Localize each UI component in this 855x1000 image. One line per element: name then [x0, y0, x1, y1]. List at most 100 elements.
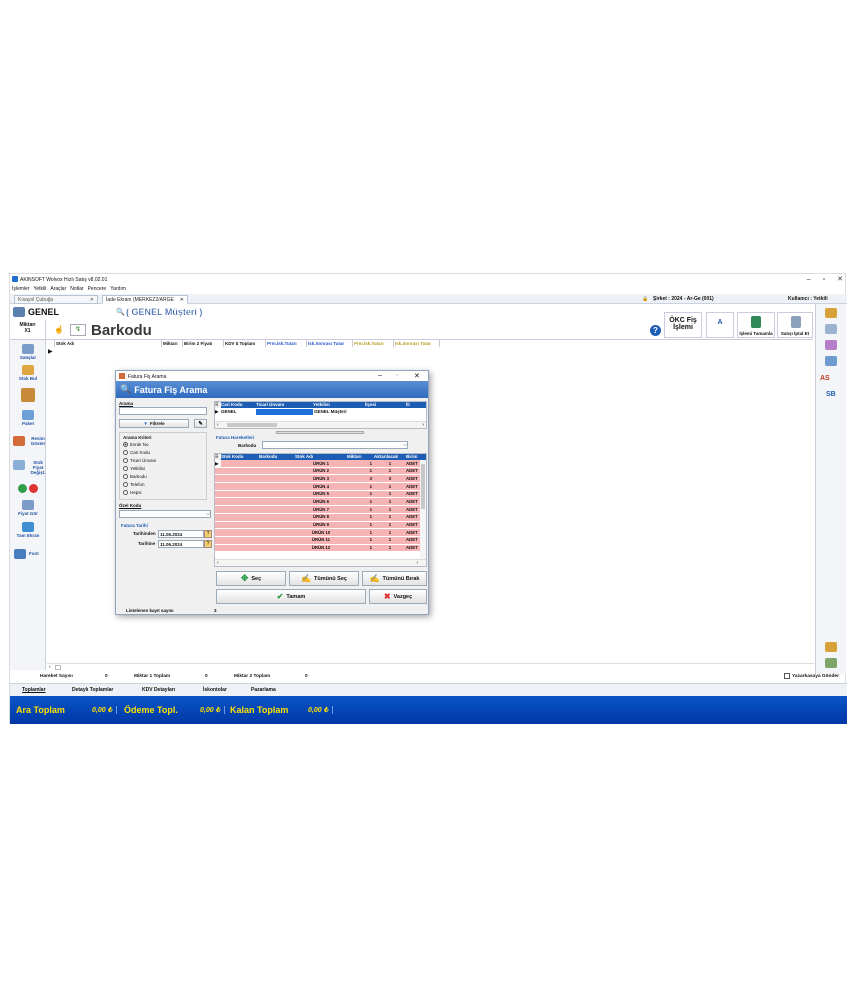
col-stock-code[interactable]: Stok Kodu [221, 454, 259, 460]
criteria-hepsi[interactable]: Hepsi [120, 490, 206, 498]
printer-checkbox[interactable] [784, 673, 790, 679]
sb-button[interactable]: SB [826, 391, 836, 398]
minimize-icon[interactable]: – [378, 372, 382, 379]
criteria-cari-kodu[interactable]: Cari Kodu [120, 450, 206, 458]
chevron-right-icon[interactable]: › [416, 560, 418, 566]
as-button[interactable]: AS [820, 375, 830, 382]
barcode-icon[interactable]: ↯ [70, 324, 86, 336]
check-icon[interactable] [825, 340, 837, 350]
criteria-ticari-unvan[interactable]: Ticari Ünvanı [120, 458, 206, 466]
tab-kdv-detaylari[interactable]: KDV Detayları [142, 687, 175, 693]
col-barcode[interactable]: Barkodu [259, 454, 295, 460]
movement-barcode-select[interactable]: ⌵ [262, 441, 408, 449]
minus-icon[interactable] [28, 484, 38, 493]
col-disc-amount[interactable]: Prm.İsk.Tutarı [266, 340, 307, 347]
calendar-icon[interactable]: ? [204, 540, 212, 548]
okc-button[interactable]: ÖKC Fiş İşlemi [664, 312, 702, 338]
users-icon[interactable] [825, 658, 837, 668]
menu-yardim[interactable]: Yardım [110, 286, 126, 292]
font-button[interactable]: Font [10, 549, 46, 559]
calculator-icon[interactable] [825, 356, 837, 366]
tab-iskontolar[interactable]: İskontolar [203, 687, 227, 693]
close-icon[interactable]: ✕ [414, 372, 420, 380]
date-to-input[interactable]: 11.06.2024 [158, 540, 204, 548]
tab-pazarlama[interactable]: Pazarlama [251, 687, 276, 693]
full-screen-button[interactable]: Tam Ekran [10, 522, 46, 538]
stock-find-button[interactable]: Stok Bul [10, 365, 46, 381]
cell-transfer[interactable]: 1 [374, 536, 406, 544]
col-ticari-unvan[interactable]: Ticari Ünvanı [256, 402, 313, 408]
col-vat-total[interactable]: KDV $ Toplam [224, 340, 266, 347]
col-ilce[interactable]: İlçesi [365, 402, 406, 408]
chevron-right-icon[interactable]: › [422, 422, 424, 428]
minimize-icon[interactable]: – [807, 276, 811, 283]
col-unit2-price[interactable]: Birim 2 Fiyatı [183, 340, 224, 347]
col-stock-name[interactable]: Stok Adı [55, 340, 162, 347]
col-il[interactable]: İli [406, 402, 422, 408]
plus-icon[interactable] [18, 484, 28, 493]
document-icon[interactable] [825, 324, 837, 334]
maximize-icon[interactable]: ▫ [396, 372, 398, 379]
criteria-yetkili[interactable]: Yetkilisi [120, 466, 206, 474]
menu-islemler[interactable]: İşlemler [12, 286, 30, 292]
a-button[interactable]: A [706, 312, 734, 338]
tab-iade[interactable]: İade Ekranı (MERKEZ2/ARGE ✕ [102, 295, 188, 304]
cell-transfer[interactable]: 1 [374, 467, 406, 475]
cell-transfer[interactable]: 1 [374, 490, 406, 498]
maximize-icon[interactable]: ▫ [823, 276, 825, 283]
cell-transfer[interactable]: 3 [374, 475, 406, 483]
date-from-input[interactable]: 11.06.2024 [158, 530, 204, 538]
close-icon[interactable]: ✕ [90, 297, 94, 303]
tab-detayli-toplamlar[interactable]: Detaylı Toplamlar [72, 687, 113, 693]
quantity-box[interactable]: Miktarı X1 [10, 320, 46, 339]
cell-transfer[interactable]: 1 [374, 521, 406, 529]
package-button[interactable]: Paket [10, 410, 46, 426]
select-button[interactable]: ✥ Seç [216, 571, 286, 586]
complete-button[interactable]: İşlemi Tamamla [737, 312, 775, 338]
criteria-barkod[interactable]: Barkodu [120, 474, 206, 482]
cell-transfer[interactable]: 1 [374, 506, 406, 514]
stock-price-change-button[interactable]: Stok Fiyat Değişt. [10, 460, 46, 475]
chevron-left-icon[interactable]: ‹ [217, 422, 219, 428]
customer-row[interactable]: ▶ GENEL GENEL Müşteri [215, 408, 426, 415]
pointer-icon[interactable]: ☝ [54, 325, 64, 334]
col-after-disc-2[interactable]: İsk.Sonrası Tutar [394, 340, 440, 347]
search-input[interactable] [119, 407, 207, 415]
user-edit-icon[interactable] [825, 308, 837, 318]
cancel-button[interactable]: ✖ Vazgeç [369, 589, 427, 604]
close-icon[interactable]: ✕ [180, 297, 184, 303]
cell-transfer[interactable]: 1 [374, 529, 406, 537]
col-disc-amount-2[interactable]: Prm.İsk.Tutarı [353, 340, 394, 347]
criteria-evrak-no[interactable]: Evrak No [120, 442, 206, 450]
cancel-sale-button[interactable]: Satışı İptal Et [777, 312, 813, 338]
cell-transfer[interactable]: 1 [374, 460, 406, 468]
table-row[interactable]: ÜRÜN 12 1 1 ADET [215, 544, 426, 553]
ok-button[interactable]: ✔ Tamam [216, 589, 366, 604]
col-qty[interactable]: Miktarı [162, 340, 183, 347]
scroll-thumb[interactable] [421, 464, 425, 509]
user-icon[interactable] [825, 642, 837, 652]
splitter-handle[interactable] [276, 431, 364, 434]
toolbar-button-3[interactable] [10, 388, 46, 403]
col-after-disc[interactable]: İsk.Sonrası Tutar [307, 340, 353, 347]
special-code-select[interactable]: ⌵ [119, 510, 211, 518]
menu-notlar[interactable]: Notlar [70, 286, 83, 292]
clear-all-button[interactable]: ✍ Tümünü Bırak [362, 571, 427, 586]
sales-button[interactable]: Satışlar [10, 344, 46, 360]
clear-filter-button[interactable]: ✎ [194, 419, 207, 428]
h-scrollbar[interactable]: ‹ › [215, 559, 426, 566]
menu-araclar[interactable]: Araçlar [50, 286, 66, 292]
close-icon[interactable]: ✕ [837, 275, 843, 283]
cell-transfer[interactable]: 1 [374, 513, 406, 521]
price-view-button[interactable]: Fiyat Gör [10, 500, 46, 516]
customer-code[interactable]: GENEL [28, 307, 59, 317]
scroll-thumb[interactable] [55, 665, 61, 670]
scroll-thumb[interactable] [227, 423, 277, 427]
help-icon[interactable]: ? [650, 325, 661, 336]
menu-pencere[interactable]: Pencere [88, 286, 107, 292]
chevron-left-icon[interactable]: ‹ [49, 664, 51, 670]
h-scrollbar[interactable]: ‹ › [215, 421, 426, 428]
v-scrollbar[interactable] [420, 460, 426, 560]
chevron-left-icon[interactable]: ‹ [217, 560, 219, 566]
cell-transfer[interactable]: 1 [374, 483, 406, 491]
